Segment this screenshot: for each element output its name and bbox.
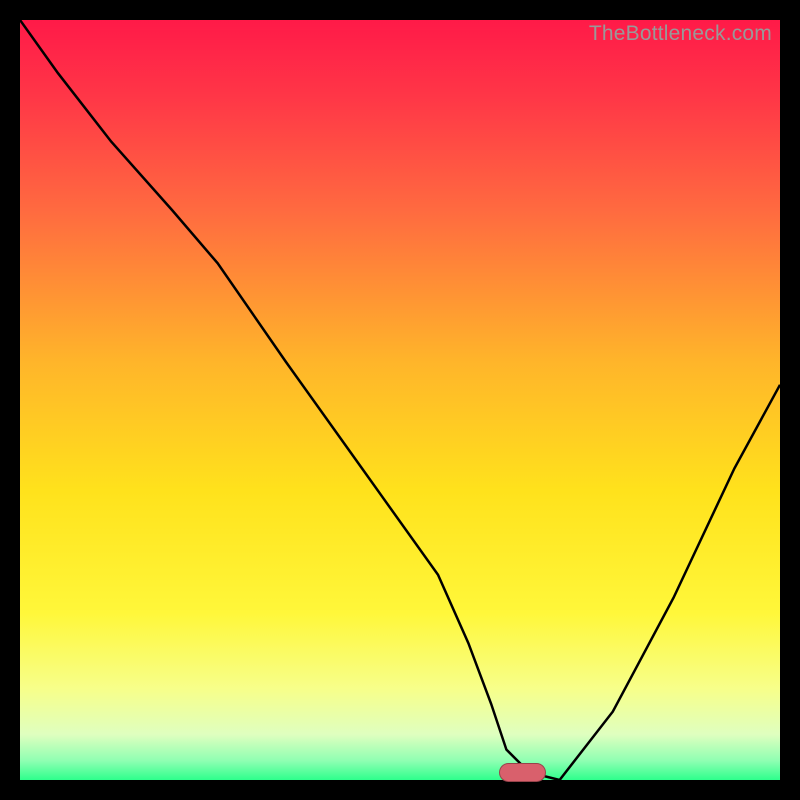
optimum-marker bbox=[499, 763, 547, 782]
gradient-background bbox=[20, 20, 780, 780]
chart-frame: TheBottleneck.com bbox=[20, 20, 780, 780]
bottleneck-plot bbox=[20, 20, 780, 780]
watermark-text: TheBottleneck.com bbox=[589, 22, 772, 46]
